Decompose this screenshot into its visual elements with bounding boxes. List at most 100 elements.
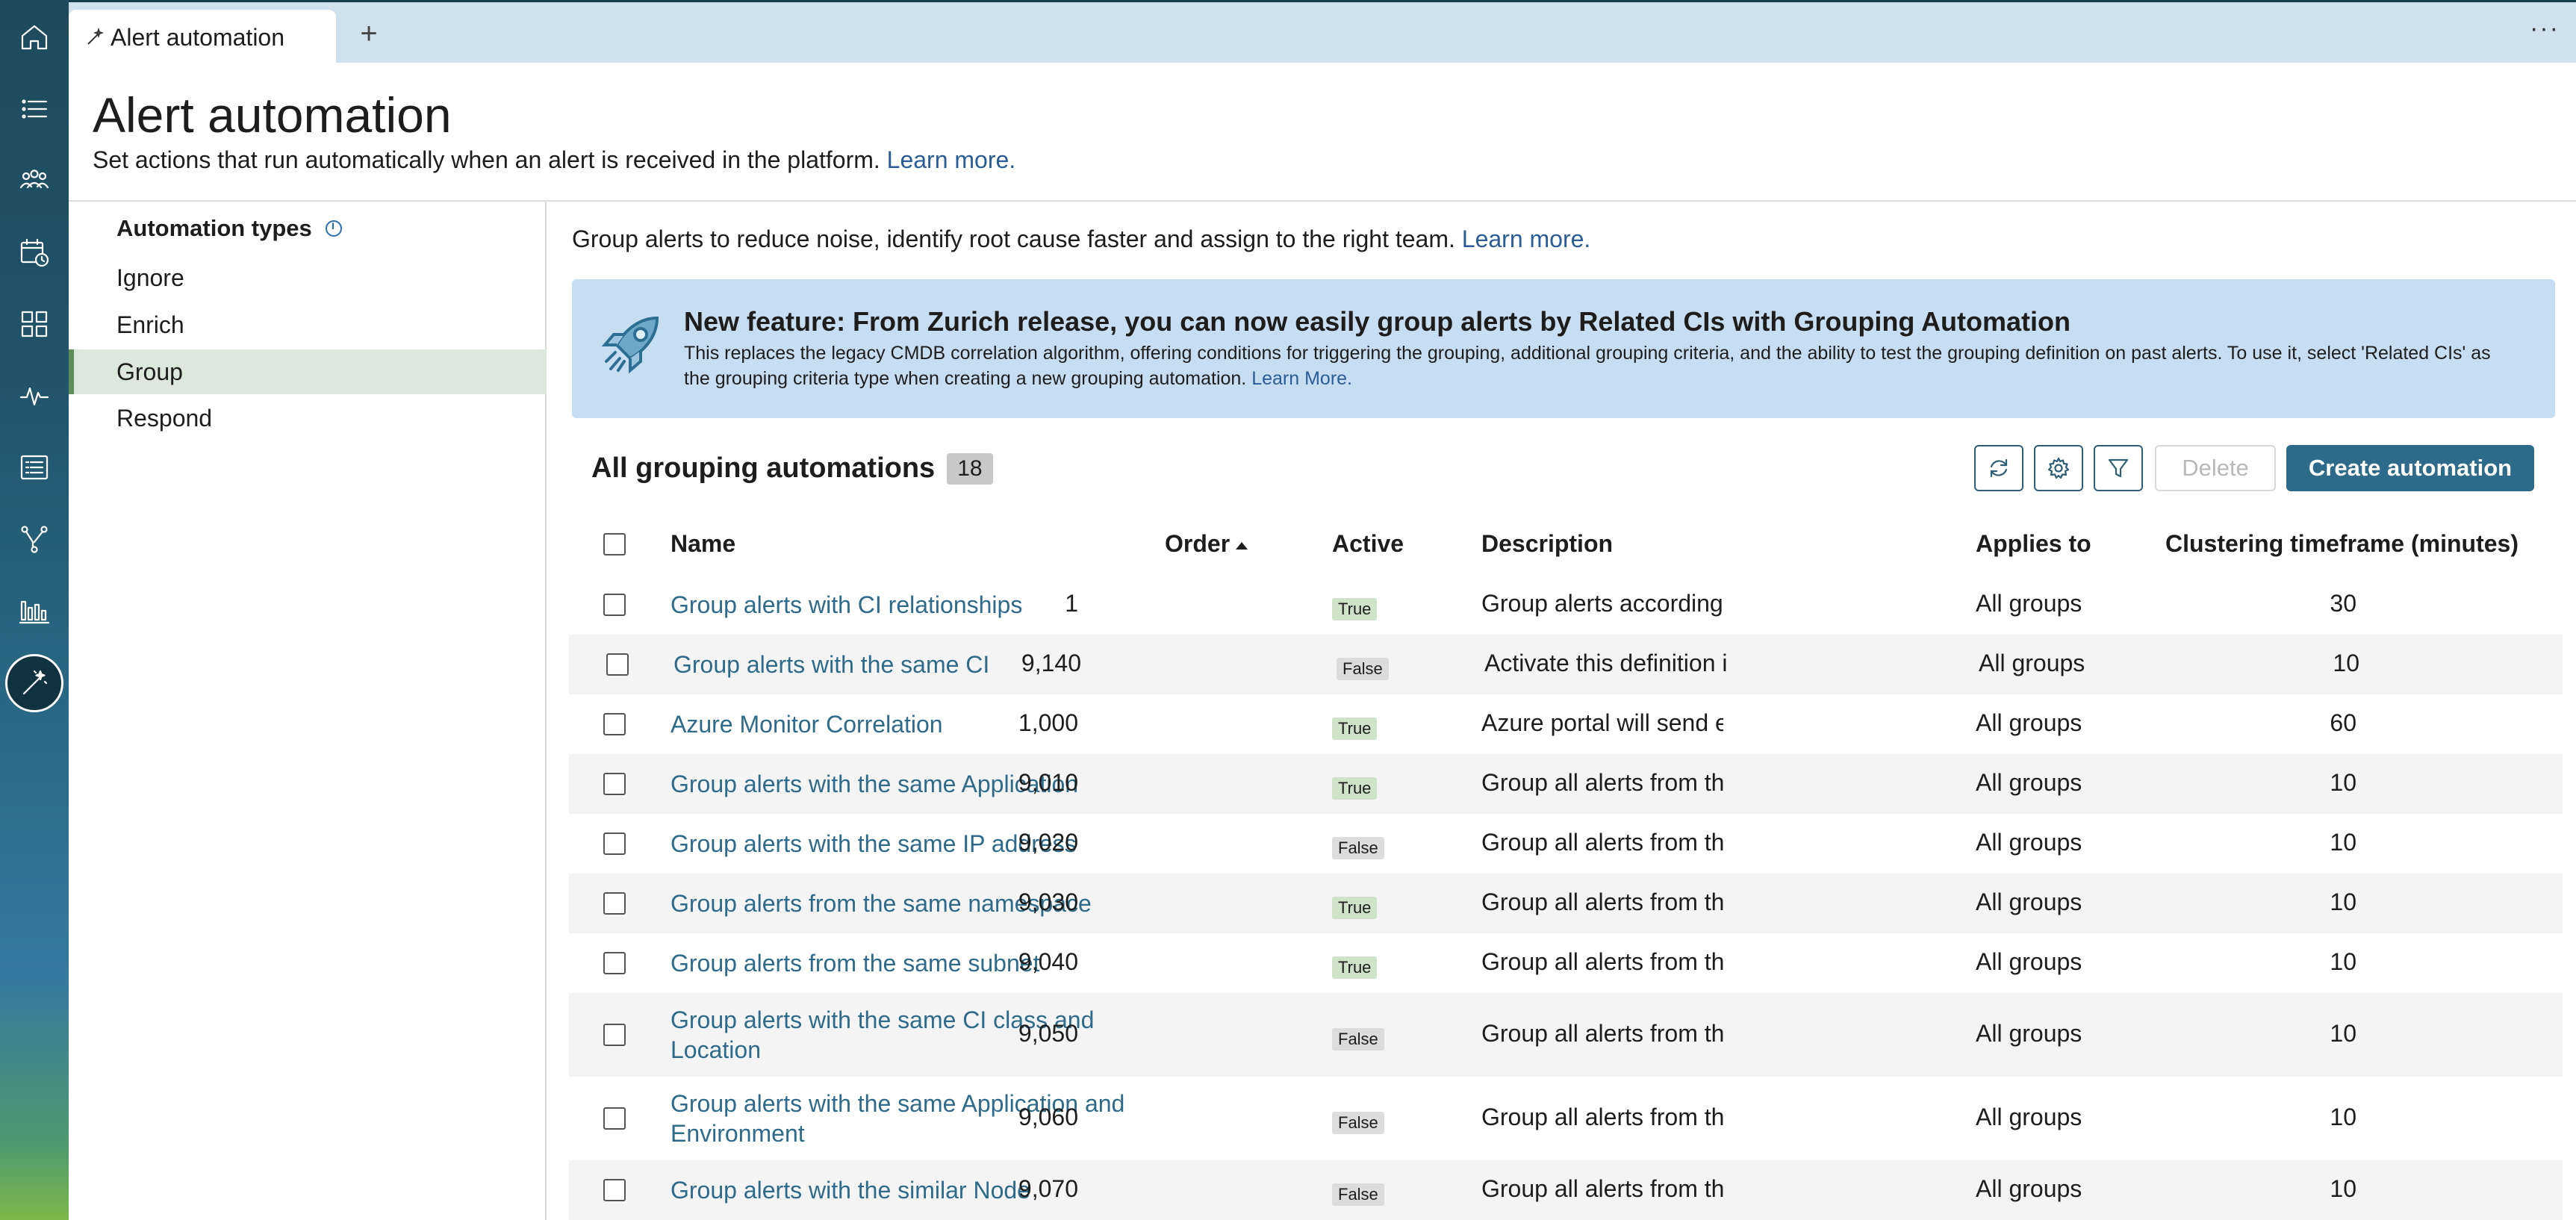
active-cell: False [1332, 1023, 1384, 1051]
intro-learn-more-link[interactable]: Learn more. [1462, 225, 1591, 252]
row-checkbox[interactable] [603, 1024, 626, 1046]
column-header-applies-to[interactable]: Applies to [1976, 530, 2091, 558]
active-cell: False [1332, 1178, 1384, 1206]
list-title-text: All grouping automations [591, 452, 936, 484]
table-row[interactable]: Group alerts with the same Application 9… [569, 754, 2563, 814]
teams-icon[interactable] [13, 160, 55, 202]
count-badge: 18 [947, 452, 993, 485]
clustering-value: 60 [2330, 709, 2356, 736]
row-checkbox[interactable] [603, 773, 626, 795]
banner-body: This replaces the legacy CMDB correlatio… [684, 343, 2491, 389]
bar-chart-icon[interactable] [13, 590, 55, 632]
settings-button[interactable] [2034, 445, 2083, 491]
document-list-icon[interactable] [13, 446, 55, 488]
main-intro-text: Group alerts to reduce noise, identify r… [572, 225, 1455, 252]
pulse-icon[interactable] [13, 375, 55, 417]
refresh-button[interactable] [1974, 445, 2023, 491]
applies-to-value: All groups [1976, 769, 2082, 796]
select-all-checkbox[interactable] [603, 533, 626, 555]
table-row[interactable]: Group alerts with the same CI 9,140 Fals… [569, 635, 2563, 694]
info-icon[interactable] [325, 220, 342, 237]
table-row[interactable]: Group alerts with the similar Node 9,070… [569, 1160, 2563, 1220]
home-icon[interactable] [13, 16, 55, 58]
row-checkbox[interactable] [603, 832, 626, 855]
automation-type-group[interactable]: Group [69, 349, 547, 394]
clustering-value: 10 [2330, 769, 2356, 796]
active-cell: True [1332, 891, 1378, 919]
delete-button[interactable]: Delete [2155, 445, 2276, 491]
column-header-active[interactable]: Active [1332, 530, 1404, 558]
column-header-name[interactable]: Name [671, 530, 735, 558]
tab-alert-automation[interactable]: Alert automation [69, 10, 336, 65]
table-row[interactable]: Group alerts from the same subnet 9,040 … [569, 933, 2563, 993]
clustering-value: 10 [2330, 948, 2356, 975]
table-row[interactable]: Group alerts with CI relationships 1 Tru… [569, 575, 2563, 635]
applies-to-value: All groups [1976, 948, 2082, 975]
automation-type-ignore[interactable]: Ignore [69, 255, 547, 300]
active-status-badge: False [1337, 658, 1389, 680]
active-cell: False [1337, 653, 1389, 680]
active-cell: True [1332, 593, 1378, 620]
clustering-value: 10 [2330, 1104, 2356, 1130]
automation-type-respond[interactable]: Respond [69, 396, 547, 441]
calendar-icon[interactable] [13, 231, 55, 273]
page-subtitle: Set actions that run automatically when … [93, 146, 1015, 174]
refresh-icon [1990, 458, 2008, 478]
automations-table: Name Order Active Description Applies to… [569, 517, 2563, 1220]
applies-to-value: All groups [1979, 650, 2085, 676]
automation-types-heading-text: Automation types [116, 215, 312, 241]
column-header-description[interactable]: Description [1481, 530, 1613, 558]
table-row[interactable]: Group alerts with the same IP address 9,… [569, 814, 2563, 874]
clustering-value: 10 [2330, 888, 2356, 915]
learn-more-link[interactable]: Learn more. [887, 146, 1016, 173]
automation-type-enrich[interactable]: Enrich [69, 302, 547, 347]
applies-to-value: All groups [1976, 829, 2082, 856]
order-value: 9,010 [1018, 769, 1078, 796]
description-value: Group all alerts from the same applicati… [1481, 769, 1723, 796]
row-checkbox[interactable] [603, 952, 626, 974]
active-status-badge: False [1332, 1112, 1384, 1134]
banner-text: This replaces the legacy CMDB correlatio… [684, 340, 2521, 391]
row-checkbox[interactable] [603, 594, 626, 616]
gear-icon [2047, 457, 2070, 479]
column-header-clustering[interactable]: Clustering timeframe (minutes) [2165, 530, 2519, 558]
table-row[interactable]: Group alerts with the same CI class and … [569, 993, 2563, 1077]
row-checkbox[interactable] [606, 653, 629, 676]
description-value: Group all alerts from the same subnet, c… [1481, 948, 1723, 975]
flow-icon[interactable] [13, 518, 55, 560]
banner-learn-more-link[interactable]: Learn More. [1251, 368, 1352, 389]
table-row[interactable]: Group alerts from the same namespace 9,0… [569, 874, 2563, 933]
applies-to-value: All groups [1976, 1020, 2082, 1047]
filter-button[interactable] [2094, 445, 2143, 491]
description-value: Group all alerts from the same namespace [1481, 888, 1723, 915]
active-status-badge: True [1332, 897, 1378, 919]
order-value: 9,070 [1018, 1175, 1078, 1202]
magic-wand-icon[interactable] [5, 654, 63, 712]
list-icon[interactable] [13, 88, 55, 130]
row-checkbox[interactable] [603, 1179, 626, 1201]
active-cell: True [1332, 772, 1378, 800]
grid-icon[interactable] [13, 303, 55, 345]
active-status-badge: True [1332, 718, 1378, 740]
create-automation-button[interactable]: Create automation [2286, 445, 2534, 491]
description-value: Group alerts according to their related … [1481, 590, 1723, 617]
active-status-badge: False [1332, 837, 1384, 859]
clustering-value: 10 [2330, 829, 2356, 856]
add-tab-button[interactable]: + [352, 17, 385, 50]
active-cell: False [1332, 1107, 1384, 1134]
table-row[interactable]: Azure Monitor Correlation 1,000 True Azu… [569, 694, 2563, 754]
row-checkbox[interactable] [603, 1107, 626, 1130]
clustering-value: 30 [2330, 590, 2356, 617]
row-checkbox[interactable] [603, 892, 626, 915]
applies-to-value: All groups [1976, 709, 2082, 736]
order-value: 9,060 [1018, 1104, 1078, 1130]
active-status-badge: True [1332, 598, 1378, 620]
more-options-button[interactable]: ··· [2530, 14, 2560, 43]
page-subtitle-text: Set actions that run automatically when … [93, 146, 880, 173]
main-intro: Group alerts to reduce noise, identify r… [572, 225, 1590, 253]
description-value: Azure portal will send events to Azurre … [1481, 709, 1723, 736]
column-header-order-label: Order [1165, 530, 1231, 557]
column-header-order[interactable]: Order [1165, 530, 1248, 558]
row-checkbox[interactable] [603, 713, 626, 735]
table-row[interactable]: Group alerts with the same Application a… [569, 1077, 2563, 1160]
